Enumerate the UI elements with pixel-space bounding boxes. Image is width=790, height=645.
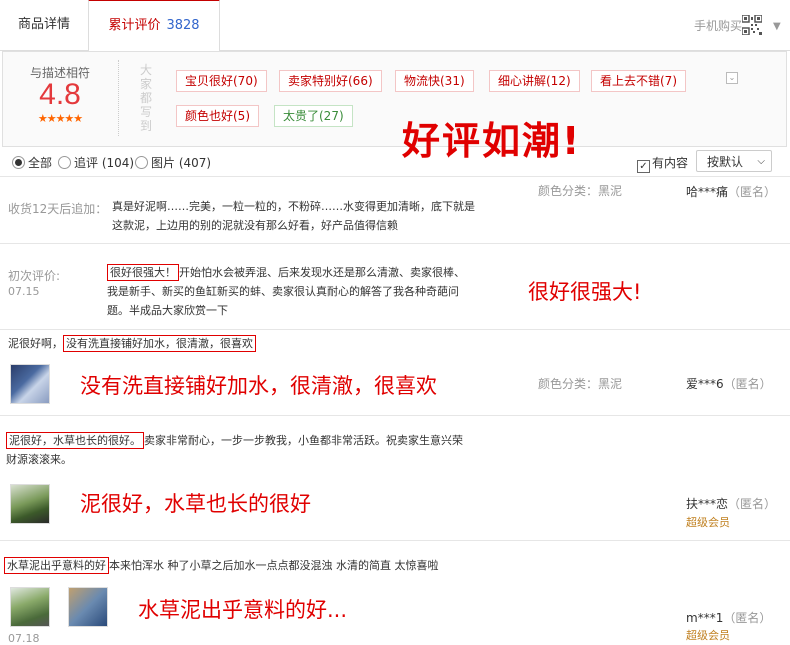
review-filter: 全部 追评 (104) 图片 (407) ✓ 有内容 <box>0 148 790 174</box>
overlay-caption: 水草泥出乎意料的好... <box>138 598 348 622</box>
highlight-box: 很好很强大！ <box>107 264 179 281</box>
review-photo[interactable] <box>10 364 50 404</box>
reviewer-name: 扶***恋（匿名） <box>686 497 777 511</box>
mobile-buy-link[interactable]: 手机购买 <box>694 17 742 34</box>
radio-icon <box>135 156 148 169</box>
divider <box>0 243 790 244</box>
review-tag[interactable]: 颜色也好(5) <box>176 105 259 127</box>
reviewer-name: m***1（匿名） <box>686 611 772 625</box>
divider <box>118 60 120 136</box>
tab-product-details[interactable]: 商品详情 <box>0 0 89 49</box>
review-tag[interactable]: 细心讲解(12) <box>489 70 580 92</box>
expand-tags-icon[interactable]: ⌄ <box>726 72 738 84</box>
review-date: 07.15 <box>8 285 40 298</box>
star-rating: ★★★★★ <box>37 112 83 125</box>
divider <box>0 176 790 177</box>
tab-bar: 商品详情 累计评价 3828 <box>0 0 790 51</box>
overlay-caption: 很好很强大! <box>528 280 642 304</box>
review-text: 很好很强大！ 开始怕水会被弄混、后来发现水还是那么清澈、卖家很棒、 我是新手、新买… <box>107 264 465 317</box>
tab-reviews[interactable]: 累计评价 3828 <box>88 0 220 51</box>
chevron-down-icon: ⌵ <box>757 156 765 167</box>
review-tag[interactable]: 卖家特别好(66) <box>279 70 382 92</box>
tab-reviews-label: 累计评价 <box>108 18 161 33</box>
qr-code-icon[interactable] <box>741 14 763 36</box>
divider <box>0 415 790 416</box>
highlight-box: 没有洗直接铺好加水，很清澈，很喜欢 <box>63 335 256 352</box>
checkmark-icon: ✓ <box>637 160 650 173</box>
tags-heading: 大家都写到 <box>140 63 153 133</box>
reviewer-name: 爱***6（匿名） <box>686 377 772 391</box>
reviews-count: 3828 <box>166 18 200 33</box>
filter-images[interactable]: 图片 (407) <box>135 154 211 171</box>
radio-icon <box>58 156 71 169</box>
filter-followup[interactable]: 追评 (104) <box>58 154 134 171</box>
review-text: 水草泥出乎意料的好 本来怕浑水 种了小草之后加水一点点都没混浊 水清的简直 太惊喜… <box>4 556 564 575</box>
review-tag[interactable]: 太贵了(27) <box>274 105 353 127</box>
review-photo[interactable] <box>68 587 108 627</box>
review-date: 07.18 <box>8 632 40 645</box>
review-text: 泥很好，水草也长的很好。 卖家非常耐心，一步一步教我，小鱼都非常活跃。祝卖家生意兴… <box>6 432 463 466</box>
overlay-caption: 泥很好，水草也长的很好 <box>80 492 311 516</box>
highlight-box: 泥很好，水草也长的很好。 <box>6 432 144 449</box>
chevron-down-icon[interactable]: ▼ <box>773 21 781 32</box>
vip-badge: 超级会员 <box>686 629 730 642</box>
vip-badge: 超级会员 <box>686 516 730 529</box>
sort-dropdown[interactable]: 按默认 ⌵ <box>696 150 772 172</box>
divider <box>0 540 790 541</box>
color-category: 颜色分类：黑泥 <box>538 377 623 391</box>
reviewer-name: 哈***痛（匿名） <box>686 185 777 199</box>
radio-icon <box>12 156 25 169</box>
review-tag[interactable]: 物流快(31) <box>395 70 474 92</box>
review-tag[interactable]: 看上去不错(7) <box>591 70 686 92</box>
review-tag[interactable]: 宝贝很好(70) <box>176 70 267 92</box>
divider <box>0 329 790 330</box>
review-text: 真是好泥啊……完美，一粒一粒的，不粉碎……水变得更加清晰，底下就是 这款泥，上边… <box>112 200 475 232</box>
review-text: 泥很好啊， 没有洗直接铺好加水，很清澈，很喜欢 <box>8 334 256 353</box>
overlay-caption: 没有洗直接铺好加水，很清澈，很喜欢 <box>80 374 437 398</box>
rating-score: 4.8 <box>39 78 81 111</box>
highlight-box: 水草泥出乎意料的好 <box>4 557 109 574</box>
review-photo[interactable] <box>10 587 50 627</box>
review-photo[interactable] <box>10 484 50 524</box>
filter-all[interactable]: 全部 <box>12 154 52 171</box>
has-content-checkbox[interactable]: ✓ 有内容 <box>637 154 688 173</box>
color-category: 颜色分类：黑泥 <box>538 184 623 198</box>
initial-review-label: 初次评价: <box>8 269 61 283</box>
followup-label: 收货12天后追加： <box>8 202 108 216</box>
